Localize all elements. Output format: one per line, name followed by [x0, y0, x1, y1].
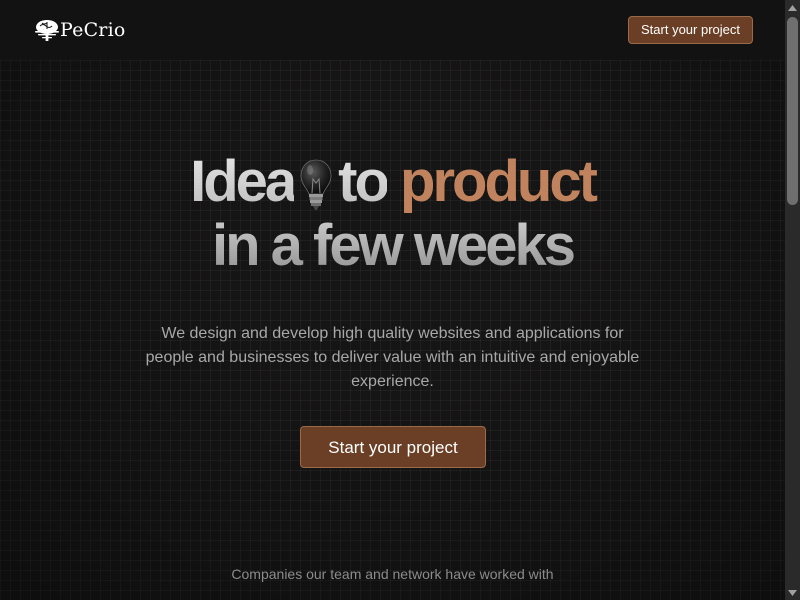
hero-word-to: to — [338, 149, 390, 214]
scroll-down-arrow-icon[interactable] — [785, 585, 800, 600]
hero-word-idea: Idea — [190, 149, 297, 214]
vertical-scrollbar[interactable] — [785, 0, 800, 600]
hero-heading: Idea to product in a few weeks — [0, 150, 785, 278]
hero-heading-line2: in a few weeks — [0, 214, 785, 278]
page: PeCrio Start your project Idea to produc… — [0, 0, 800, 600]
lightbulb-icon — [298, 157, 334, 213]
scrollbar-thumb[interactable] — [787, 17, 798, 205]
scroll-up-arrow-icon[interactable] — [785, 0, 800, 15]
site-header: PeCrio Start your project — [0, 0, 785, 60]
header-start-project-button[interactable]: Start your project — [628, 16, 753, 44]
hero-word-product: product — [400, 149, 598, 214]
brain-tree-icon — [32, 17, 62, 43]
brand-name: PeCrio — [60, 19, 126, 41]
hero-heading-line1: Idea to product — [0, 150, 785, 214]
hero-subtitle: We design and develop high quality websi… — [145, 325, 640, 390]
companies-heading: Companies our team and network have work… — [231, 566, 554, 582]
brand-logo[interactable]: PeCrio — [32, 16, 126, 44]
background-grid — [0, 0, 800, 600]
hero-start-project-button[interactable]: Start your project — [300, 426, 486, 468]
